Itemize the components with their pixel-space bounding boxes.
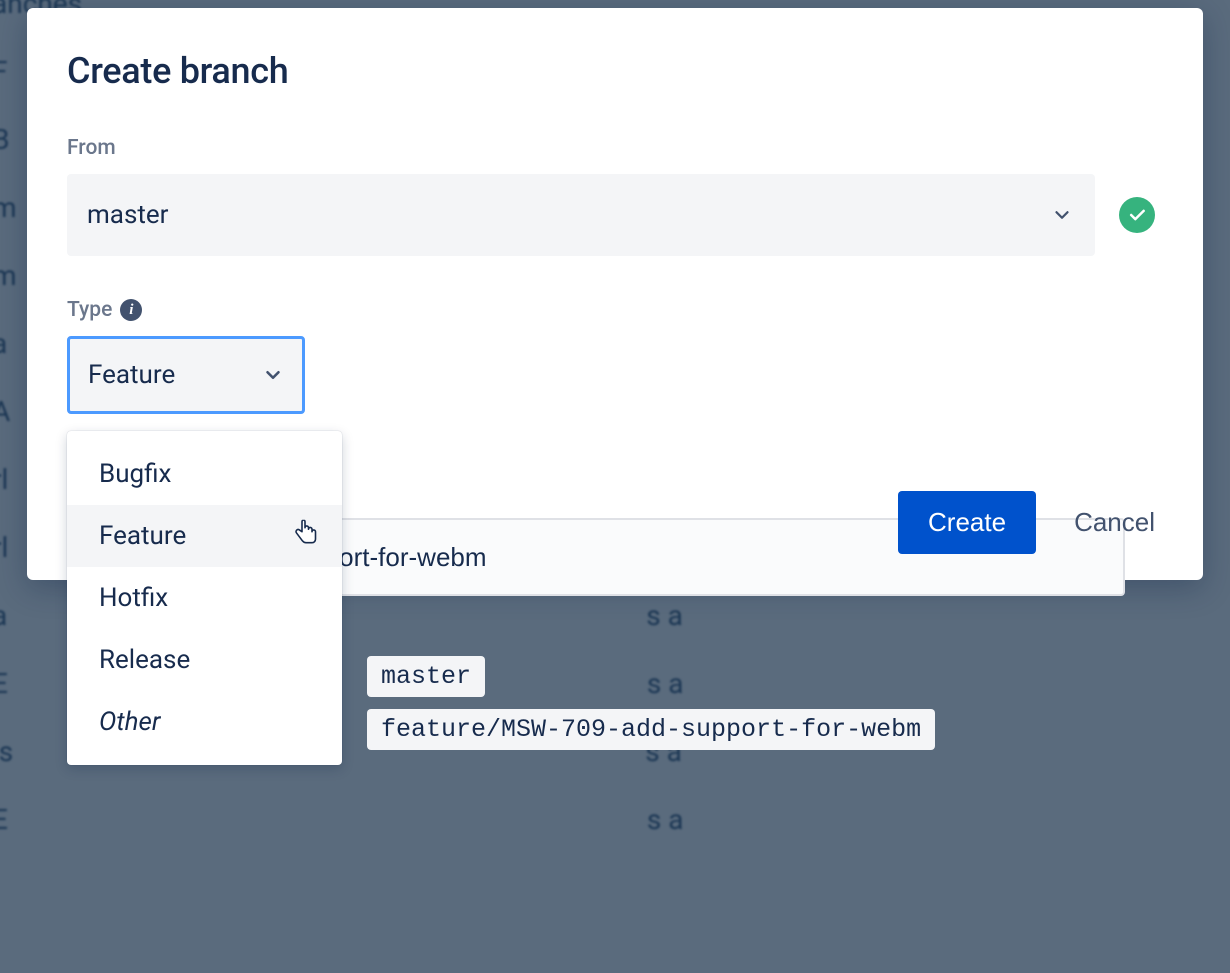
modal-title: Create branch [67, 50, 1155, 92]
type-option-feature[interactable]: Feature [67, 505, 342, 567]
source-branch-chip: master [367, 656, 485, 697]
chevron-down-icon [262, 364, 284, 386]
type-select-value: Feature [88, 360, 175, 390]
from-label: From [67, 136, 1155, 160]
type-option-other[interactable]: Other [67, 691, 342, 753]
type-label: Type i [67, 298, 1155, 322]
type-label-text: Type [67, 298, 112, 322]
type-option-release[interactable]: Release [67, 629, 342, 691]
from-branch-select[interactable]: master [67, 174, 1095, 256]
modal-footer: Create Cancel [898, 491, 1155, 554]
type-option-hotfix[interactable]: Hotfix [67, 567, 342, 629]
type-option-feature-label: Feature [99, 521, 186, 551]
chevron-down-icon [1051, 204, 1073, 226]
check-icon [1119, 197, 1155, 233]
type-select[interactable]: Feature [67, 336, 305, 414]
cancel-button[interactable]: Cancel [1074, 507, 1155, 538]
create-branch-modal: Create branch From master Type i Feature… [27, 8, 1203, 580]
create-button[interactable]: Create [898, 491, 1036, 554]
from-branch-value: master [87, 200, 168, 230]
type-option-bugfix[interactable]: Bugfix [67, 443, 342, 505]
target-branch-chip: feature/MSW-709-add-support-for-webm [367, 709, 935, 750]
type-dropdown-menu: Bugfix Feature Hotfix Release Other [67, 431, 342, 765]
info-icon[interactable]: i [120, 299, 142, 321]
cursor-hand-icon [292, 520, 320, 557]
from-label-text: From [67, 136, 116, 160]
